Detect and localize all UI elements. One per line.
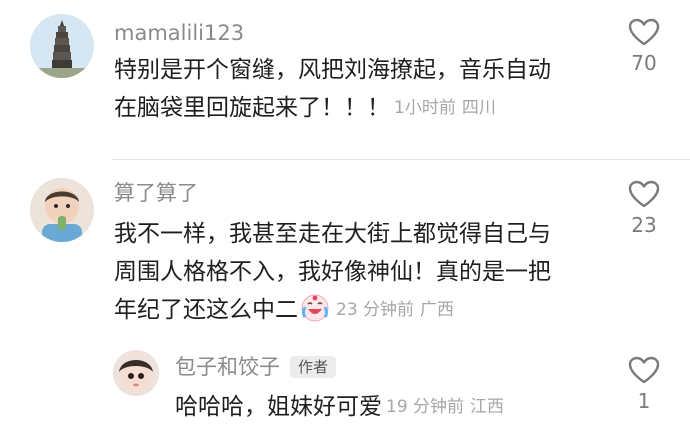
like-button[interactable]: 23 bbox=[614, 180, 674, 236]
comment-text: 特别是开个窗缝，风把刘海撩起，音乐自动 在脑袋里回旋起来了！！！ 1小时前 四川 bbox=[114, 51, 551, 127]
comment-item: 算了算了 我不一样，我甚至走在大街上都觉得自己与 周围人格格不入，我好像神仙！真… bbox=[0, 160, 690, 340]
like-count: 23 bbox=[631, 213, 657, 237]
comment-username[interactable]: 算了算了 bbox=[114, 180, 198, 206]
reply-line: 哈哈哈，姐妹好可爱 bbox=[175, 394, 382, 420]
comment-location: 广西 bbox=[420, 300, 455, 320]
reply-username-row: 包子和饺子 作者 bbox=[175, 354, 337, 380]
like-count: 1 bbox=[637, 389, 651, 413]
like-button[interactable]: 70 bbox=[614, 18, 674, 74]
reply-text: 哈哈哈，姐妹好可爱 19 分钟前 江西 bbox=[175, 388, 504, 426]
author-badge: 作者 bbox=[290, 356, 337, 378]
reply-item: 包子和饺子 作者 哈哈哈，姐妹好可爱 19 分钟前 江西 1 bbox=[0, 340, 690, 447]
comment-line: 在脑袋里回旋起来了！！！ bbox=[114, 95, 390, 121]
like-button[interactable]: 1 bbox=[614, 356, 674, 412]
heart-icon bbox=[628, 18, 660, 46]
heart-icon bbox=[628, 356, 660, 384]
avatar[interactable] bbox=[30, 178, 94, 242]
reply-meta: 19 分钟前 江西 bbox=[386, 397, 504, 417]
like-count: 70 bbox=[631, 51, 657, 75]
comment-item: mamalili123 特别是开个窗缝，风把刘海撩起，音乐自动 在脑袋里回旋起来… bbox=[0, 0, 690, 160]
comment-meta: 23 分钟前 广西 bbox=[336, 300, 454, 320]
child-avatar-image bbox=[30, 178, 94, 242]
avatar[interactable] bbox=[113, 350, 159, 396]
comment-location: 四川 bbox=[461, 98, 496, 118]
reply-time: 19 分钟前 bbox=[386, 397, 465, 417]
comment-line-last: 年纪了还这么中二 23 分钟前 广西 bbox=[114, 291, 551, 329]
comment-text: 我不一样，我甚至走在大街上都觉得自己与 周围人格格不入，我好像神仙！真的是一把 … bbox=[114, 215, 551, 329]
comment-line: 我不一样，我甚至走在大街上都觉得自己与 bbox=[114, 221, 551, 247]
comment-username[interactable]: mamalili123 bbox=[114, 20, 244, 46]
comment-line: 特别是开个窗缝，风把刘海撩起，音乐自动 bbox=[114, 57, 551, 83]
comment-line: 年纪了还这么中二 bbox=[114, 297, 298, 323]
pagoda-avatar-image bbox=[30, 14, 94, 78]
reply-username[interactable]: 包子和饺子 bbox=[175, 355, 280, 379]
comment-line-last: 在脑袋里回旋起来了！！！ 1小时前 四川 bbox=[114, 89, 551, 127]
comment-time: 23 分钟前 bbox=[336, 300, 415, 320]
comment-time: 1小时前 bbox=[394, 98, 456, 118]
crying-laughing-emoji-icon bbox=[301, 294, 329, 322]
heart-icon bbox=[628, 180, 660, 208]
comment-meta: 1小时前 四川 bbox=[394, 98, 496, 118]
avatar[interactable] bbox=[30, 14, 94, 78]
reply-location: 江西 bbox=[470, 397, 505, 417]
girl-avatar-image bbox=[113, 350, 159, 396]
comment-line: 周围人格格不入，我好像神仙！真的是一把 bbox=[114, 259, 551, 285]
